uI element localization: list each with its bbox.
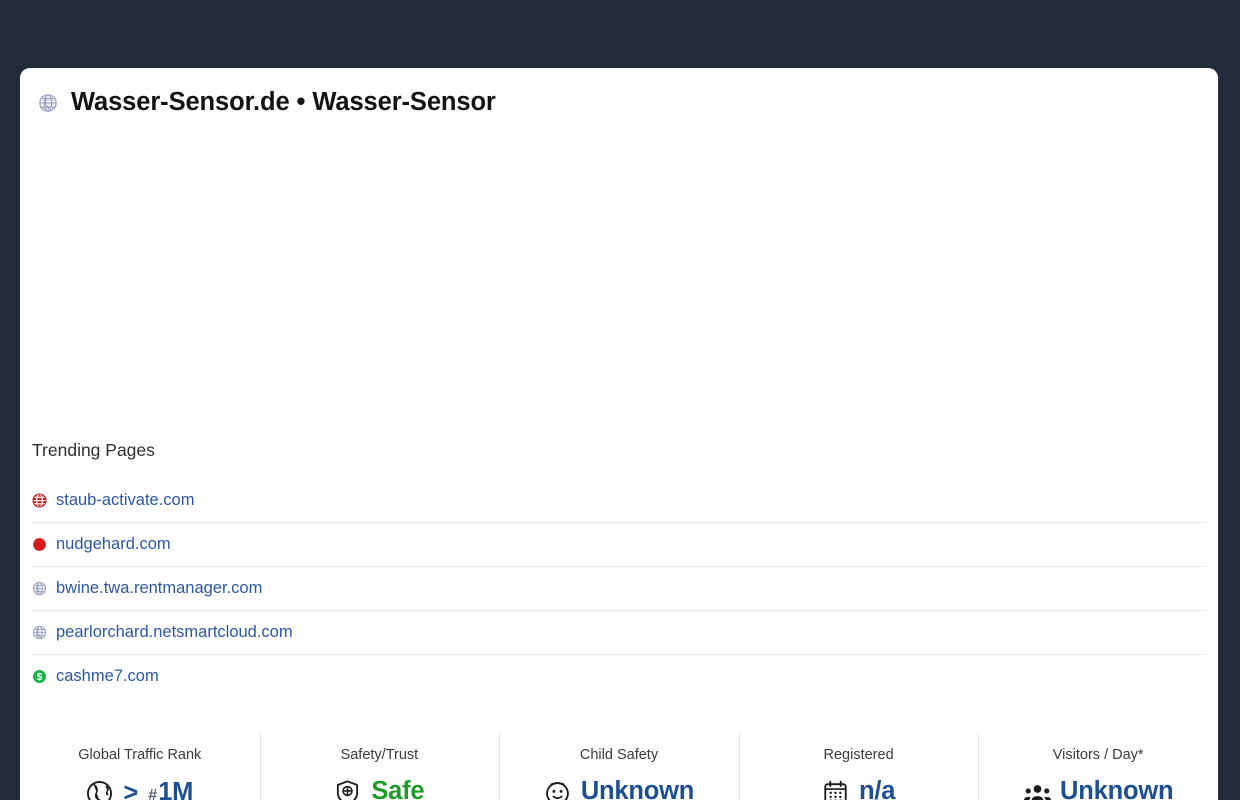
users-group-icon <box>1023 779 1052 800</box>
globe-icon <box>32 581 47 596</box>
stat-value-row: > # 1M <box>86 779 193 800</box>
stat-value-row: Unknown <box>544 779 694 800</box>
rank-prefix: > <box>123 778 139 800</box>
trending-link[interactable]: cashme7.com <box>56 668 159 685</box>
trending-link[interactable]: staub-activate.com <box>56 492 194 509</box>
baby-face-icon <box>544 779 571 800</box>
stat-global-traffic-rank: Global Traffic Rank > # 1M <box>20 734 260 800</box>
stat-safety-trust: Safety/Trust Safe <box>259 734 500 800</box>
site-report-card: Wasser-Sensor.de • Wasser-Sensor Trendin… <box>20 68 1218 800</box>
stat-label: Visitors / Day* <box>1052 747 1144 763</box>
red-circle-icon <box>32 537 47 552</box>
list-item[interactable]: pearlorchard.netsmartcloud.com <box>32 611 1206 655</box>
list-item[interactable]: $ cashme7.com <box>32 655 1206 699</box>
stat-value: Safe <box>371 777 425 800</box>
stat-visitors-per-day: Visitors / Day* Unknown <box>978 734 1218 800</box>
site-header: Wasser-Sensor.de • Wasser-Sensor <box>20 68 1218 124</box>
stat-value: Unknown <box>580 777 695 800</box>
calendar-icon <box>822 779 849 800</box>
stat-value-row: Unknown <box>1023 777 1174 800</box>
stat-value: 1M <box>158 778 194 800</box>
stat-value-row: Safe <box>334 777 425 800</box>
stat-label: Global Traffic Rank <box>78 747 202 763</box>
trending-link[interactable]: pearlorchard.netsmartcloud.com <box>56 624 293 641</box>
rank-hash: # <box>148 787 158 800</box>
red-globe-icon <box>32 492 47 508</box>
page-root: Wasser-Sensor.de • Wasser-Sensor Trendin… <box>0 0 1240 800</box>
stat-label: Registered <box>823 747 894 763</box>
svg-text:$: $ <box>37 672 43 683</box>
globe-icon <box>38 93 58 113</box>
stat-value: n/a <box>858 777 896 800</box>
list-item[interactable]: nudgehard.com <box>32 523 1206 567</box>
stat-label: Safety/Trust <box>340 747 419 763</box>
ad-placeholder <box>20 124 1218 442</box>
trending-link[interactable]: nudgehard.com <box>56 536 171 553</box>
trending-pages-list: staub-activate.com nudgehard.com bwine.t… <box>32 479 1206 699</box>
trending-pages-heading: Trending Pages <box>32 440 155 460</box>
list-item[interactable]: staub-activate.com <box>32 479 1206 523</box>
page-title: Wasser-Sensor.de • Wasser-Sensor <box>71 88 496 117</box>
trending-pages-section: Trending Pages staub-activate.com nudgeh… <box>20 440 1218 699</box>
stat-registered: Registered n/a <box>738 734 979 800</box>
trending-link[interactable]: bwine.twa.rentmanager.com <box>56 580 262 597</box>
stat-child-safety: Child Safety Unknown <box>499 734 739 800</box>
site-stats-strip: Global Traffic Rank > # 1M Safety/Trust … <box>20 718 1218 800</box>
globe-icon <box>32 625 47 640</box>
shield-plus-icon <box>334 779 361 800</box>
stat-value-row: n/a <box>822 779 895 800</box>
stat-value: Unknown <box>1060 777 1174 800</box>
list-item[interactable]: bwine.twa.rentmanager.com <box>32 567 1206 611</box>
dollar-icon: $ <box>32 669 47 684</box>
globe-icon <box>86 780 113 800</box>
stat-label: Child Safety <box>579 747 659 763</box>
